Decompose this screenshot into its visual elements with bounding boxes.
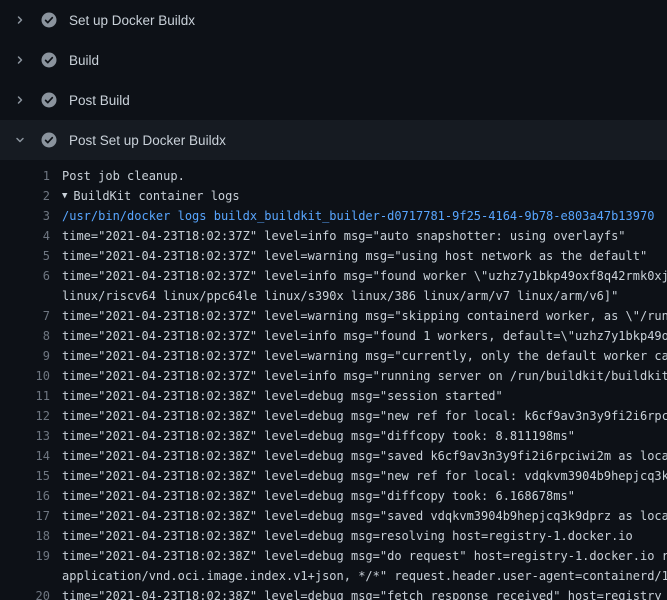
step-section-header[interactable]: Post Set up Docker Buildx [0,120,667,160]
log-text: time="2021-04-23T18:02:37Z" level=info m… [62,326,667,346]
log-line-number [0,566,50,586]
log-line: 14 time="2021-04-23T18:02:38Z" level=debu… [0,446,667,466]
step-sections: Set up Docker Buildx Build Post Build Post … [0,0,667,160]
log-text: time="2021-04-23T18:02:38Z" level=debug … [62,406,667,426]
step-section-header[interactable]: Build [0,40,667,80]
log-line-number[interactable]: 20 [0,586,50,600]
log-line: 19 time="2021-04-23T18:02:38Z" level=debu… [0,546,667,566]
log-line: 17 time="2021-04-23T18:02:38Z" level=debu… [0,506,667,526]
log-line: 4 time="2021-04-23T18:02:37Z" level=info … [0,226,667,246]
log-line-number[interactable]: 4 [0,226,50,246]
log-line-number[interactable]: 7 [0,306,50,326]
log-text: time="2021-04-23T18:02:38Z" level=debug … [62,546,667,566]
log-text: time="2021-04-23T18:02:37Z" level=info m… [62,366,667,386]
log-line: 7 time="2021-04-23T18:02:37Z" level=warni… [0,306,667,326]
log-line: 1 Post job cleanup. [0,166,667,186]
log-line-number[interactable]: 17 [0,506,50,526]
log-text: time="2021-04-23T18:02:37Z" level=warnin… [62,346,667,366]
step-section-header[interactable]: Set up Docker Buildx [0,0,667,40]
log-line: 18 time="2021-04-23T18:02:38Z" level=debu… [0,526,667,546]
log-line-number[interactable]: 16 [0,486,50,506]
log-text: time="2021-04-23T18:02:38Z" level=debug … [62,466,667,486]
log-line-continuation: application/vnd.oci.image.index.v1+json,… [0,566,667,586]
actions-log-viewer: Set up Docker Buildx Build Post Build Post … [0,0,667,600]
check-circle-icon [41,12,57,28]
log-line: 8 time="2021-04-23T18:02:37Z" level=info … [0,326,667,346]
check-circle-icon [41,92,57,108]
log-text: application/vnd.oci.image.index.v1+json,… [62,566,667,586]
chevron-right-icon[interactable] [14,14,26,26]
log-text: time="2021-04-23T18:02:38Z" level=debug … [62,526,633,546]
log-text: time="2021-04-23T18:02:37Z" level=info m… [62,226,626,246]
step-section-label: Set up Docker Buildx [69,13,195,28]
log-line-number[interactable]: 2 [0,186,50,206]
log-group-toggle-icon[interactable]: ▼ [62,186,67,206]
log-line: 16 time="2021-04-23T18:02:38Z" level=debu… [0,486,667,506]
log-text: time="2021-04-23T18:02:38Z" level=debug … [62,586,662,600]
log-line-number[interactable]: 18 [0,526,50,546]
step-section-label: Build [69,53,99,68]
log-text: time="2021-04-23T18:02:37Z" level=warnin… [62,306,667,326]
log-text: time="2021-04-23T18:02:38Z" level=debug … [62,506,667,526]
log-line-number[interactable]: 3 [0,206,50,226]
log-text: linux/riscv64 linux/ppc64le linux/s390x … [62,286,618,306]
log-text: time="2021-04-23T18:02:38Z" level=debug … [62,446,667,466]
step-section-label: Post Build [69,93,130,108]
chevron-right-icon[interactable] [14,94,26,106]
check-circle-icon [41,52,57,68]
log-text: time="2021-04-23T18:02:37Z" level=warnin… [62,246,647,266]
log-line-number[interactable]: 6 [0,266,50,286]
log-line-number[interactable]: 8 [0,326,50,346]
log-line-number[interactable]: 9 [0,346,50,366]
check-circle-icon [41,132,57,148]
log-line-continuation: linux/riscv64 linux/ppc64le linux/s390x … [0,286,667,306]
log-line-number[interactable]: 5 [0,246,50,266]
log-text: time="2021-04-23T18:02:37Z" level=info m… [62,266,667,286]
log-area: 1 Post job cleanup. 2 ▼ BuildKit container l… [0,160,667,600]
log-line-number[interactable]: 10 [0,366,50,386]
log-line-number[interactable]: 11 [0,386,50,406]
log-line-number[interactable]: 19 [0,546,50,566]
log-line: 13 time="2021-04-23T18:02:38Z" level=debu… [0,426,667,446]
log-line: 6 time="2021-04-23T18:02:37Z" level=info … [0,266,667,286]
log-command-text: /usr/bin/docker logs buildx_buildkit_bui… [62,206,654,226]
log-line-number[interactable]: 12 [0,406,50,426]
chevron-right-icon[interactable] [14,54,26,66]
log-text: time="2021-04-23T18:02:38Z" level=debug … [62,386,503,406]
log-line: 5 time="2021-04-23T18:02:37Z" level=warni… [0,246,667,266]
step-section-label: Post Set up Docker Buildx [69,133,226,148]
log-line: 2 ▼ BuildKit container logs [0,186,667,206]
log-line: 15 time="2021-04-23T18:02:38Z" level=debu… [0,466,667,486]
log-line-number[interactable]: 1 [0,166,50,186]
log-text: time="2021-04-23T18:02:38Z" level=debug … [62,426,575,446]
log-line: 12 time="2021-04-23T18:02:38Z" level=debu… [0,406,667,426]
log-line: 9 time="2021-04-23T18:02:37Z" level=warni… [0,346,667,366]
log-line-number [0,286,50,306]
log-line-number[interactable]: 13 [0,426,50,446]
log-line: 10 time="2021-04-23T18:02:37Z" level=info… [0,366,667,386]
log-line-number[interactable]: 15 [0,466,50,486]
log-line-number[interactable]: 14 [0,446,50,466]
chevron-down-icon[interactable] [14,134,26,146]
log-line: 20 time="2021-04-23T18:02:38Z" level=debu… [0,586,667,600]
log-text: BuildKit container logs [73,186,239,206]
log-text: Post job cleanup. [62,166,185,186]
step-section-header[interactable]: Post Build [0,80,667,120]
log-line: 11 time="2021-04-23T18:02:38Z" level=debu… [0,386,667,406]
log-line: 3/usr/bin/docker logs buildx_buildkit_bu… [0,206,667,226]
log-text: time="2021-04-23T18:02:38Z" level=debug … [62,486,575,506]
